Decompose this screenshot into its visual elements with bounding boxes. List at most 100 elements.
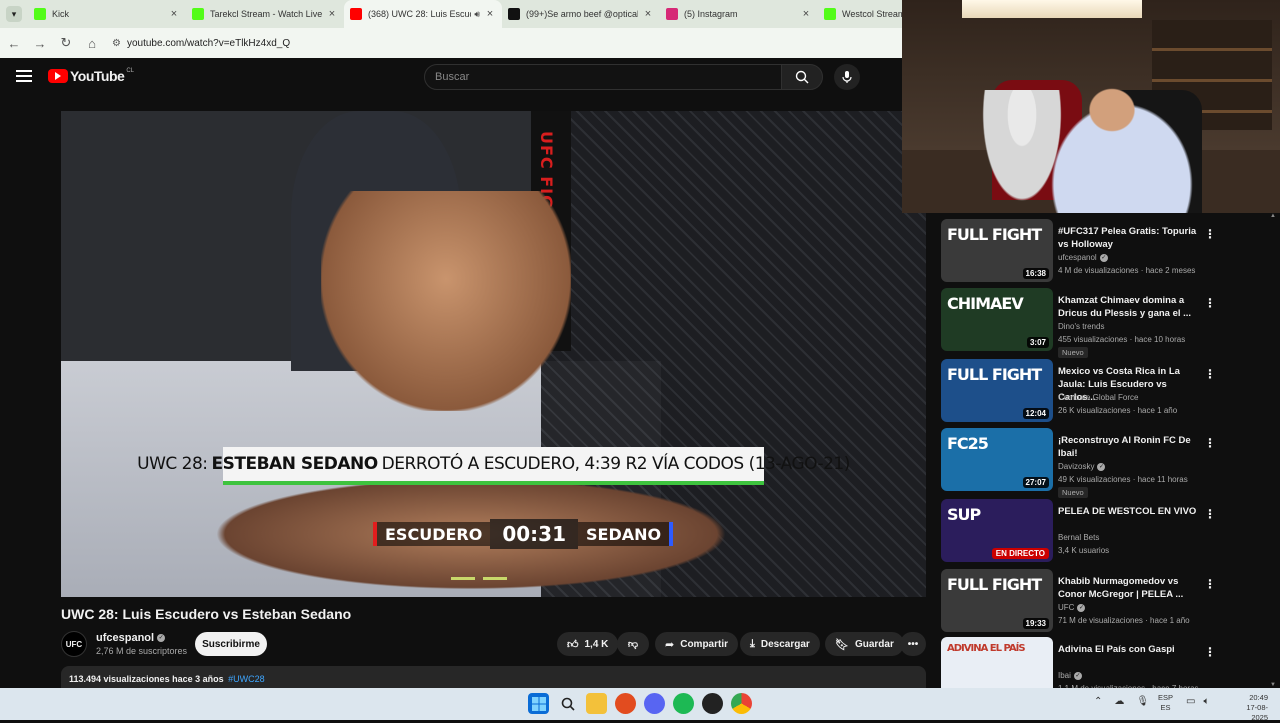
recommended-channel[interactable]: Combate Global Force xyxy=(1058,393,1138,402)
video-thumbnail[interactable]: FULL FIGHT 19:33 xyxy=(941,569,1053,632)
more-icon[interactable]: ⋮ xyxy=(1204,507,1216,521)
country-code: CL xyxy=(126,68,134,74)
video-thumbnail[interactable]: CHIMAEV 3:07 xyxy=(941,288,1053,351)
share-button[interactable]: ➦ Compartir xyxy=(655,632,739,656)
duration-badge: 27:07 xyxy=(1022,477,1049,488)
subscribe-button[interactable]: Suscribirme xyxy=(195,632,267,656)
status-icons[interactable]: ▭ 🔈︎ xyxy=(1186,696,1209,707)
video-thumbnail[interactable]: FC25 27:07 xyxy=(941,428,1053,491)
tab-close-icon[interactable]: × xyxy=(642,8,654,20)
recommended-channel[interactable]: Bernal Bets xyxy=(1058,533,1099,542)
description-box[interactable]: 113.494 visualizaciones hace 3 años #UWC… xyxy=(61,666,926,688)
save-button[interactable]: 🔖︎ Guardar xyxy=(825,632,904,656)
recommended-video[interactable]: FC25 27:07 ¡Reconstruyo Al Ronin FC De Iba… xyxy=(941,428,1271,498)
upload-age: hace 3 años xyxy=(172,674,224,684)
spotify-icon[interactable] xyxy=(673,693,694,714)
tab-search-button[interactable]: ▾ xyxy=(0,0,28,28)
microphone-tray-icon[interactable]: 🎙︎ xyxy=(1136,696,1149,707)
folder-icon[interactable] xyxy=(586,693,607,714)
recommended-channel[interactable]: Dino's trends xyxy=(1058,322,1104,331)
forward-button[interactable]: → xyxy=(28,31,52,55)
recommended-video[interactable]: ADIVINA EL PAÍS Adivina El País con Gaspi… xyxy=(941,637,1271,688)
recommended-meta: 455 visualizaciones · hace 10 horas xyxy=(1058,335,1186,344)
app-icon[interactable] xyxy=(702,693,723,714)
verified-icon: ✓ xyxy=(1097,462,1106,471)
recommended-video[interactable]: FULL FIGHT 12:04 Mexico vs Costa Rica in L… xyxy=(941,359,1271,423)
tab-close-icon[interactable]: × xyxy=(168,8,180,20)
browser-tab[interactable]: (368) UWC 28: Luis Escuder 🔊︎ × xyxy=(344,0,502,28)
download-button[interactable]: ⤓ Descargar xyxy=(740,632,820,656)
voice-search-button[interactable] xyxy=(834,64,860,90)
system-clock[interactable]: 20:49 17-08-2025 xyxy=(1236,693,1268,723)
recommended-video[interactable]: SUP EN DIRECTO PELEA DE WESTCOL EN VIVO Ber… xyxy=(941,499,1271,563)
recommended-channel[interactable]: UFC ✓ xyxy=(1058,603,1086,612)
menu-icon[interactable] xyxy=(16,70,32,82)
chrome-icon[interactable] xyxy=(731,693,752,714)
recommended-video[interactable]: FULL FIGHT 19:33 Khabib Nurmagomedov vs Co… xyxy=(941,569,1271,633)
tab-audio-icon[interactable]: 🔊︎ xyxy=(474,9,480,20)
tab-favicon-icon xyxy=(824,8,836,20)
browser-tab[interactable]: Kick × xyxy=(28,0,186,28)
recommended-title[interactable]: Khabib Nurmagomedov vs Conor McGregor | … xyxy=(1058,575,1198,601)
video-thumbnail[interactable]: FULL FIGHT 16:38 xyxy=(941,219,1053,282)
recommended-title[interactable]: PELEA DE WESTCOL EN VIVO xyxy=(1058,505,1198,518)
youtube-logo[interactable]: YouTube CL xyxy=(48,68,134,84)
firefox-icon[interactable] xyxy=(615,693,636,714)
video-player[interactable]: UFC FIGHTPASS UWC 28: ESTEBAN SEDANO DER… xyxy=(61,111,926,597)
recommended-title[interactable]: Adivina El País con Gaspi xyxy=(1058,643,1198,656)
new-badge: Nuevo xyxy=(1058,347,1088,358)
more-icon[interactable]: ⋮ xyxy=(1204,577,1216,591)
search-input[interactable]: Buscar xyxy=(424,64,782,90)
more-icon[interactable]: ⋮ xyxy=(1204,367,1216,381)
recommended-video[interactable]: FULL FIGHT 16:38 #UFC317 Pelea Gratis: Top… xyxy=(941,219,1271,283)
reload-button[interactable]: ↻ xyxy=(54,31,78,55)
like-button[interactable]: 👍︎ 1,4 K xyxy=(557,632,619,656)
home-icon: ⌂ xyxy=(88,35,96,51)
video-thumbnail[interactable]: FULL FIGHT 12:04 xyxy=(941,359,1053,422)
video-thumbnail[interactable]: SUP EN DIRECTO xyxy=(941,499,1053,562)
video-thumbnail[interactable]: ADIVINA EL PAÍS xyxy=(941,637,1053,688)
channel-name[interactable]: ufcespanol ✓ xyxy=(96,632,166,644)
omnibox[interactable]: ⚙ youtube.com/watch?v=eTlkHz4xd_Q xyxy=(112,32,892,54)
tab-close-icon[interactable]: × xyxy=(326,8,338,20)
site-info-icon[interactable]: ⚙ xyxy=(112,38,121,49)
more-icon[interactable]: ⋮ xyxy=(1204,436,1216,450)
recommended-channel[interactable]: ufcespanol ✓ xyxy=(1058,253,1108,262)
recommended-title[interactable]: #UFC317 Pelea Gratis: Topuria vs Hollowa… xyxy=(1058,225,1198,251)
tray-chevron-icon[interactable]: ⌃ xyxy=(1094,696,1102,707)
browser-tab[interactable]: (99+)Se armo beef @opticalrr × xyxy=(502,0,660,28)
more-icon[interactable]: ⋮ xyxy=(1204,296,1216,310)
mic-icon xyxy=(842,71,852,83)
dislike-button[interactable]: 👎︎ xyxy=(617,632,649,656)
more-icon[interactable]: ⋮ xyxy=(1204,645,1216,659)
browser-tab[interactable]: Tarekcl Stream - Watch Live on × xyxy=(186,0,344,28)
search-button[interactable] xyxy=(781,64,823,90)
channel-avatar[interactable]: UFC xyxy=(61,631,87,657)
video-title: UWC 28: Luis Escudero vs Esteban Sedano xyxy=(61,606,352,622)
recommended-title[interactable]: ¡Reconstruyo Al Ronin FC De Ibai! xyxy=(1058,434,1198,460)
scroll-up-icon[interactable]: ▲ xyxy=(1270,213,1276,219)
windows-icon[interactable] xyxy=(528,693,549,714)
sidebar-scrollbar[interactable]: ▲ ▼ xyxy=(1270,213,1278,688)
volume-icon: 🔈︎ xyxy=(1203,696,1210,707)
network-app-icon[interactable]: ☁ xyxy=(1114,696,1124,707)
tab-close-icon[interactable]: × xyxy=(484,8,496,20)
hashtag-link[interactable]: #UWC28 xyxy=(228,674,265,684)
back-button[interactable]: ← xyxy=(2,31,26,55)
recommended-channel[interactable]: Davizosky ✓ xyxy=(1058,462,1106,471)
more-icon[interactable]: ⋮ xyxy=(1204,227,1216,241)
recommended-title[interactable]: Khamzat Chimaev domina a Dricus du Pless… xyxy=(1058,294,1198,320)
taskbar-search-icon[interactable] xyxy=(557,693,578,714)
duration-badge: 19:33 xyxy=(1022,618,1049,629)
browser-tab[interactable]: (5) Instagram × xyxy=(660,0,818,28)
tab-close-icon[interactable]: × xyxy=(800,8,812,20)
input-language[interactable]: ESP ES xyxy=(1158,693,1173,713)
recommended-video[interactable]: CHIMAEV 3:07 Khamzat Chimaev domina a Dric… xyxy=(941,288,1271,358)
thumbnail-text: FULL FIGHT xyxy=(947,225,1042,244)
recommended-channel[interactable]: Ibai ✓ xyxy=(1058,671,1082,680)
verified-icon: ✓ xyxy=(157,634,166,643)
more-actions-button[interactable]: ••• xyxy=(900,632,926,656)
dislike-icon: 👎︎ xyxy=(627,639,639,650)
discord-icon[interactable] xyxy=(644,693,665,714)
home-button[interactable]: ⌂ xyxy=(80,31,104,55)
